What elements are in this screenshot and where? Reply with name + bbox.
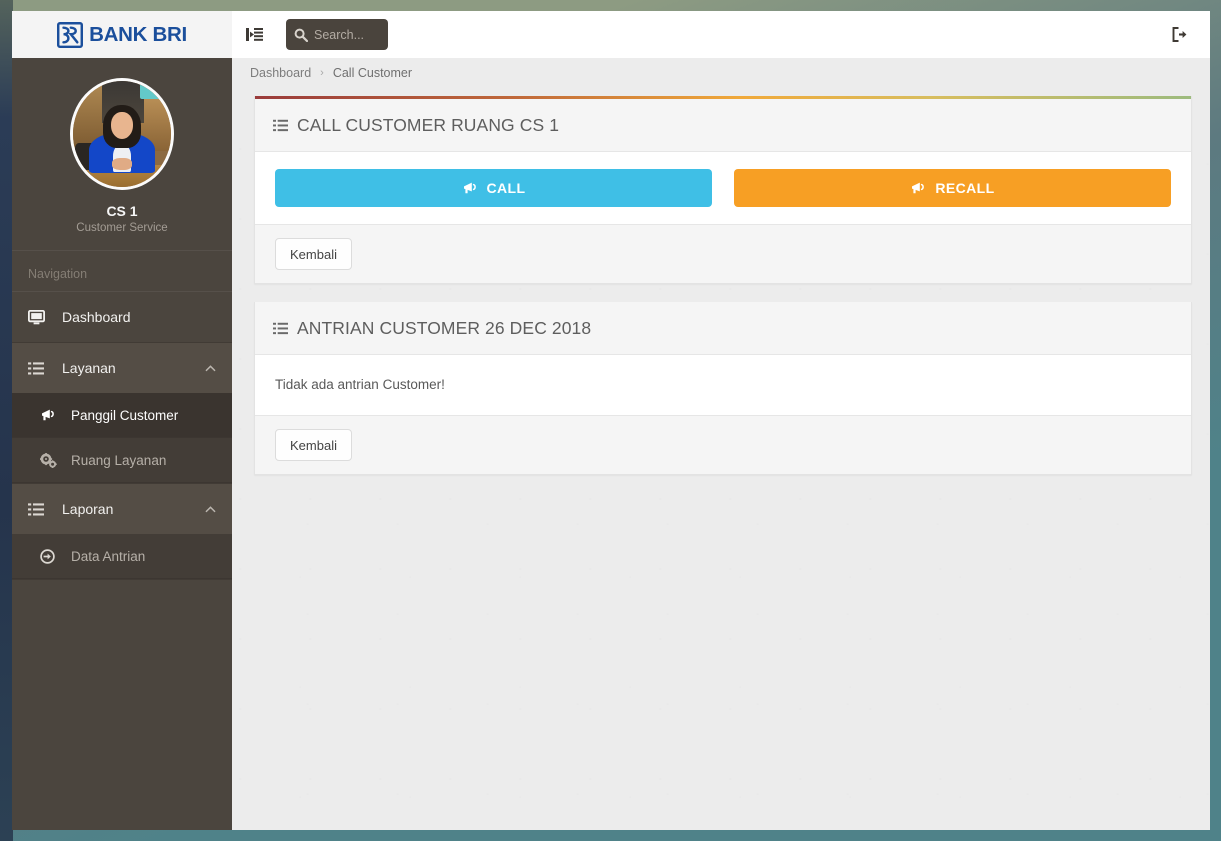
sign-out-icon xyxy=(1171,26,1188,43)
list-item: Ruang Layanan xyxy=(12,438,232,483)
breadcrumb: Dashboard › Call Customer xyxy=(232,58,1210,87)
desktop-icon xyxy=(28,310,50,325)
sidebar-item-layanan[interactable]: Layanan xyxy=(12,343,232,393)
chevron-up-icon xyxy=(205,504,216,515)
sidebar-item-label: Ruang Layanan xyxy=(71,453,166,468)
back-button[interactable]: Kembali xyxy=(275,429,352,461)
user-role: Customer Service xyxy=(12,222,232,234)
queue-panel-footer: Kembali xyxy=(255,415,1191,474)
brand-name: BANK BRI xyxy=(89,23,187,47)
megaphone-icon xyxy=(910,181,926,195)
list-icon xyxy=(273,322,288,335)
sidebar-submenu-laporan: Data Antrian xyxy=(12,534,232,579)
gears-icon xyxy=(40,453,60,468)
sidebar-item-laporan-group: Laporan xyxy=(12,484,232,580)
user-name: CS 1 xyxy=(12,203,232,219)
sidebar-item-dashboard[interactable]: Dashboard xyxy=(12,292,232,342)
sidebar-item-layanan-group: Layanan xyxy=(12,343,232,484)
search-input[interactable] xyxy=(314,28,380,42)
call-button-label: CALL xyxy=(487,180,526,196)
indent-toggle-icon xyxy=(246,27,263,42)
sidebar-item-label: Dashboard xyxy=(62,309,131,325)
chevron-up-icon xyxy=(205,363,216,374)
call-customer-panel: CALL CUSTOMER RUANG CS 1 CALL xyxy=(254,96,1192,284)
search-box[interactable] xyxy=(286,19,388,50)
arrow-circle-right-icon xyxy=(40,549,60,564)
sidebar-toggle-button[interactable] xyxy=(232,11,276,58)
app-window: BANK BRI xyxy=(12,11,1210,830)
bri-logo-icon xyxy=(57,22,83,48)
list-item: Data Antrian xyxy=(12,534,232,579)
list-icon xyxy=(28,503,50,516)
sidebar-item-data-antrian[interactable]: Data Antrian xyxy=(12,534,232,578)
breadcrumb-separator: › xyxy=(320,67,324,79)
recall-button[interactable]: RECALL xyxy=(734,169,1171,207)
breadcrumb-current: Call Customer xyxy=(333,66,412,80)
sidebar-item-label: Data Antrian xyxy=(71,549,145,564)
search-icon xyxy=(294,28,308,42)
main-content: Dashboard › Call Customer CALL CUS xyxy=(232,58,1210,830)
sidebar-submenu-layanan: Panggil Customer xyxy=(12,393,232,483)
call-button[interactable]: CALL xyxy=(275,169,712,207)
megaphone-icon xyxy=(462,181,478,195)
sidebar-item-label: Laporan xyxy=(62,501,113,517)
queue-panel-header: ANTRIAN CUSTOMER 26 DEC 2018 xyxy=(255,302,1191,355)
logout-button[interactable] xyxy=(1162,11,1196,58)
sidebar-item-label: Layanan xyxy=(62,360,116,376)
sidebar-item-panggil-customer[interactable]: Panggil Customer xyxy=(12,393,232,437)
queue-empty-message: Tidak ada antrian Customer! xyxy=(255,355,1191,415)
sidebar-item-laporan[interactable]: Laporan xyxy=(12,484,232,534)
brand-logo[interactable]: BANK BRI xyxy=(12,11,232,58)
sidebar-item-dashboard-group: Dashboard xyxy=(12,292,232,343)
breadcrumb-dashboard[interactable]: Dashboard xyxy=(250,66,311,80)
topbar xyxy=(232,11,1210,58)
list-icon xyxy=(28,362,50,375)
page-title: CALL CUSTOMER RUANG CS 1 xyxy=(297,115,559,136)
list-icon xyxy=(273,119,288,132)
queue-panel-title: ANTRIAN CUSTOMER 26 DEC 2018 xyxy=(297,318,591,339)
recall-button-label: RECALL xyxy=(935,180,994,196)
navigation-header: Navigation xyxy=(12,251,232,292)
call-customer-panel-footer: Kembali xyxy=(255,224,1191,283)
sidebar-item-label: Panggil Customer xyxy=(71,408,178,423)
call-customer-panel-body: CALL RECALL xyxy=(255,152,1191,224)
sidebar-nav: Dashboard Layanan xyxy=(12,292,232,580)
call-customer-panel-header: CALL CUSTOMER RUANG CS 1 xyxy=(255,99,1191,152)
back-button[interactable]: Kembali xyxy=(275,238,352,270)
header: BANK BRI xyxy=(12,11,1210,58)
sidebar: CS 1 Customer Service Navigation Dashboa… xyxy=(12,58,232,830)
list-item: Panggil Customer xyxy=(12,393,232,438)
sidebar-item-ruang-layanan[interactable]: Ruang Layanan xyxy=(12,438,232,482)
queue-panel: ANTRIAN CUSTOMER 26 DEC 2018 Tidak ada a… xyxy=(254,302,1192,475)
user-avatar-photo xyxy=(70,78,174,190)
megaphone-icon xyxy=(40,408,60,422)
sidebar-user-panel: CS 1 Customer Service xyxy=(12,58,232,251)
